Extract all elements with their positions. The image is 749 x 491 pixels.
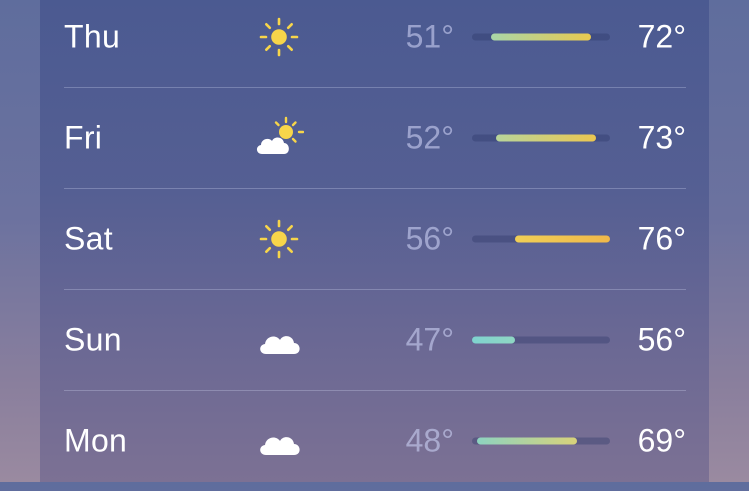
- day-label: Mon: [64, 422, 128, 458]
- low-temp: 47°: [405, 321, 454, 357]
- low-temp: 48°: [405, 422, 454, 458]
- temp-range-bar: [472, 336, 515, 343]
- day-label: Sat: [64, 220, 113, 256]
- partly-cloudy-icon: [254, 116, 305, 160]
- high-temp: 72°: [637, 18, 686, 54]
- forecast-row-thu[interactable]: Thu 51° 72°: [64, 0, 686, 87]
- temp-range-track: [472, 134, 610, 141]
- forecast-row-sat[interactable]: Sat 56° 76°: [64, 188, 686, 289]
- low-temp: 52°: [405, 119, 454, 155]
- sun-icon: [254, 217, 304, 261]
- cloud-icon: [254, 419, 304, 463]
- forecast-row-mon[interactable]: Mon 48° 69°: [64, 390, 686, 491]
- temp-range-bar: [514, 235, 610, 242]
- temp-range-track: [472, 33, 610, 40]
- high-temp: 69°: [637, 422, 686, 458]
- forecast-row-sun[interactable]: Sun 47° 56°: [64, 289, 686, 390]
- high-temp: 73°: [637, 119, 686, 155]
- low-temp: 56°: [405, 220, 454, 256]
- high-temp: 56°: [637, 321, 686, 357]
- temp-range-track: [472, 336, 610, 343]
- temp-range-track: [472, 235, 610, 242]
- temp-range-track: [472, 437, 610, 444]
- temp-range-bar: [476, 437, 577, 444]
- high-temp: 76°: [637, 220, 686, 256]
- daily-forecast-card: Thu 51° 72° Fri 52° 73° Sat 56° 76° Sun …: [40, 0, 709, 482]
- temp-range-bar: [495, 134, 596, 141]
- day-label: Sun: [64, 321, 122, 357]
- sun-icon: [254, 15, 304, 59]
- forecast-row-fri[interactable]: Fri 52° 73°: [64, 87, 686, 188]
- temp-range-bar: [491, 33, 591, 40]
- day-label: Thu: [64, 18, 121, 54]
- cloud-icon: [254, 318, 304, 362]
- day-label: Fri: [64, 119, 103, 155]
- low-temp: 51°: [405, 18, 454, 54]
